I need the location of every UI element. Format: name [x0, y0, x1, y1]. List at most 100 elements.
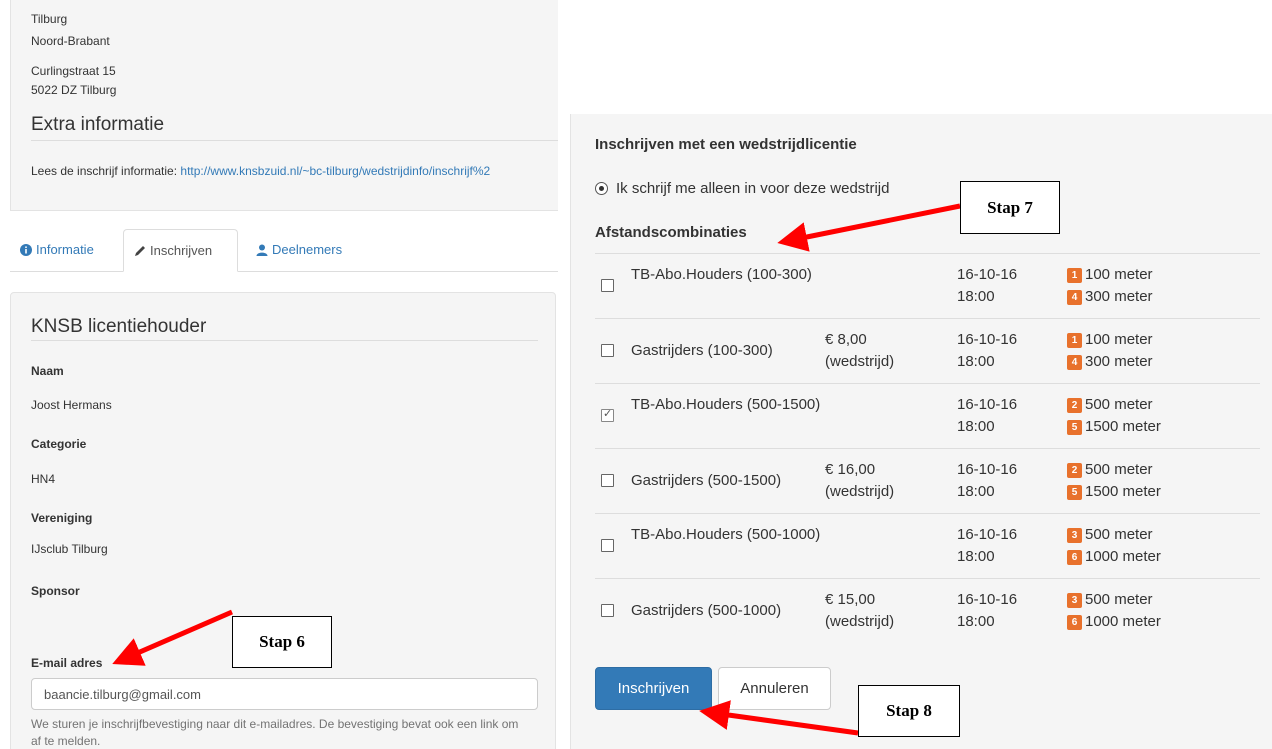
- distance-item: 6 1000 meter: [1067, 611, 1257, 633]
- distance-badge: 4: [1067, 290, 1082, 305]
- email-field[interactable]: [31, 678, 538, 710]
- combo-datetime: 16-10-16 18:00: [957, 459, 1047, 503]
- combo-name: TB-Abo.Houders (500-1500): [631, 396, 821, 413]
- combo-date: 16-10-16: [957, 526, 1018, 543]
- combo-datetime: 16-10-16 18:00: [957, 264, 1047, 308]
- distance-label: 500 meter: [1085, 526, 1153, 543]
- cancel-button[interactable]: Annuleren: [718, 667, 831, 710]
- price-note: (wedstrijd): [825, 613, 895, 630]
- price-amount: € 15,00: [825, 591, 876, 608]
- distance-label: 500 meter: [1085, 396, 1153, 413]
- table-row[interactable]: Gastrijders (500-1500) € 16,00 (wedstrijd…: [595, 448, 1260, 513]
- distance-item: 4 300 meter: [1067, 286, 1257, 308]
- combo-date: 16-10-16: [957, 331, 1018, 348]
- divider: [31, 340, 538, 341]
- distance-label: 500 meter: [1085, 591, 1153, 608]
- combo-distances: 2 500 meter 5 1500 meter: [1067, 394, 1257, 438]
- distance-badge: 1: [1067, 333, 1082, 348]
- table-row[interactable]: TB-Abo.Houders (500-1000) 16-10-16 18:00 …: [595, 513, 1260, 578]
- combo-price: € 15,00 (wedstrijd): [825, 589, 925, 633]
- combo-datetime: 16-10-16 18:00: [957, 329, 1047, 373]
- distance-label: 1000 meter: [1085, 613, 1161, 630]
- tab-bar: Informatie Inschrijven Deelnemers: [10, 229, 558, 272]
- combo-datetime: 16-10-16 18:00: [957, 394, 1047, 438]
- tab-informatie-label: Informatie: [36, 242, 94, 257]
- address-province: Noord-Brabant: [31, 34, 110, 48]
- distance-label: 300 meter: [1085, 353, 1153, 370]
- price-amount: € 16,00: [825, 461, 876, 478]
- combo-name: Gastrijders (500-1000): [631, 602, 782, 619]
- combo-time: 18:00: [957, 288, 995, 305]
- distance-badge: 3: [1067, 593, 1082, 608]
- stap7-label: Stap 7: [960, 181, 1060, 234]
- distance-item: 1 100 meter: [1067, 329, 1257, 351]
- combo-time: 18:00: [957, 613, 995, 630]
- distance-item: 6 1000 meter: [1067, 546, 1257, 568]
- distance-item: 5 1500 meter: [1067, 481, 1257, 503]
- combo-time: 18:00: [957, 483, 995, 500]
- combo-time: 18:00: [957, 418, 995, 435]
- row-checkbox[interactable]: [601, 474, 614, 487]
- distance-badge: 6: [1067, 615, 1082, 630]
- combo-date: 16-10-16: [957, 396, 1018, 413]
- combo-datetime: 16-10-16 18:00: [957, 589, 1047, 633]
- tab-inschrijven-label: Inschrijven: [150, 243, 213, 258]
- categorie-label: Categorie: [31, 437, 87, 451]
- combo-time: 18:00: [957, 353, 995, 370]
- distance-label: 1000 meter: [1085, 548, 1161, 565]
- combo-price: € 16,00 (wedstrijd): [825, 459, 925, 503]
- tab-deelnemers[interactable]: Deelnemers: [246, 229, 352, 270]
- table-row[interactable]: TB-Abo.Houders (500-1500) 16-10-1618:00 …: [595, 383, 1260, 448]
- row-checkbox[interactable]: [601, 279, 614, 292]
- table-row[interactable]: Gastrijders (500-1000) € 15,00 (wedstrijd…: [595, 578, 1260, 643]
- table-row[interactable]: TB-Abo.Houders (100-300) 16-10-16 18:00 1…: [595, 253, 1260, 318]
- radio-button[interactable]: [595, 182, 608, 195]
- distance-item: 1 100 meter: [1067, 264, 1257, 286]
- extra-info-heading: Extra informatie: [31, 114, 165, 135]
- price-note: (wedstrijd): [825, 353, 895, 370]
- table-row[interactable]: Gastrijders (100-300) € 8,00 (wedstrijd) …: [595, 318, 1260, 383]
- row-checkbox[interactable]: [601, 344, 614, 357]
- user-icon: [256, 244, 268, 256]
- single-race-option[interactable]: Ik schrijf me alleen in voor deze wedstr…: [595, 180, 889, 197]
- combo-distances: 2 500 meter 5 1500 meter: [1067, 459, 1257, 503]
- distance-label: 100 meter: [1085, 331, 1153, 348]
- distance-label: 1500 meter: [1085, 418, 1161, 435]
- registration-title: Inschrijven met een wedstrijdlicentie: [595, 136, 857, 153]
- distance-badge: 1: [1067, 268, 1082, 283]
- tab-inschrijven[interactable]: Inschrijven: [123, 229, 238, 272]
- address-city: Tilburg: [31, 12, 68, 26]
- combo-date: 16-10-16: [957, 461, 1018, 478]
- distance-badge: 5: [1067, 485, 1082, 500]
- divider: [31, 140, 558, 141]
- combo-name: TB-Abo.Houders (500-1000): [631, 526, 821, 543]
- combo-name: Gastrijders (500-1500): [631, 472, 782, 489]
- distance-item: 4 300 meter: [1067, 351, 1257, 373]
- info-icon: [20, 244, 32, 256]
- distance-badge: 2: [1067, 463, 1082, 478]
- row-checkbox-checked[interactable]: [601, 407, 614, 422]
- distance-badge: 2: [1067, 398, 1082, 413]
- panel-title: KNSB licentiehouder: [31, 316, 207, 337]
- registration-panel: Inschrijven met een wedstrijdlicentie Ik…: [570, 114, 1272, 749]
- tab-informatie[interactable]: Informatie: [10, 229, 104, 270]
- combo-datetime: 16-10-16 18:00: [957, 524, 1047, 568]
- distance-item: 3 500 meter: [1067, 524, 1257, 546]
- combo-name: TB-Abo.Houders (100-300): [631, 266, 812, 283]
- row-checkbox[interactable]: [601, 604, 614, 617]
- combo-name: Gastrijders (100-300): [631, 342, 773, 359]
- info-link[interactable]: http://www.knsbzuid.nl/~bc-tilburg/wedst…: [180, 164, 490, 178]
- stap8-label: Stap 8: [858, 685, 960, 737]
- submit-button[interactable]: Inschrijven: [595, 667, 712, 710]
- info-text: Lees de inschrijf informatie: http://www…: [31, 164, 490, 178]
- distance-badge: 5: [1067, 420, 1082, 435]
- distance-item: 3 500 meter: [1067, 589, 1257, 611]
- email-label: E-mail adres: [31, 656, 103, 670]
- combo-time: 18:00: [957, 548, 995, 565]
- distance-label: 100 meter: [1085, 266, 1153, 283]
- pencil-icon: [135, 246, 145, 256]
- stap6-label: Stap 6: [232, 616, 332, 668]
- distance-item: 5 1500 meter: [1067, 416, 1257, 438]
- distance-label: 500 meter: [1085, 461, 1153, 478]
- row-checkbox[interactable]: [601, 539, 614, 552]
